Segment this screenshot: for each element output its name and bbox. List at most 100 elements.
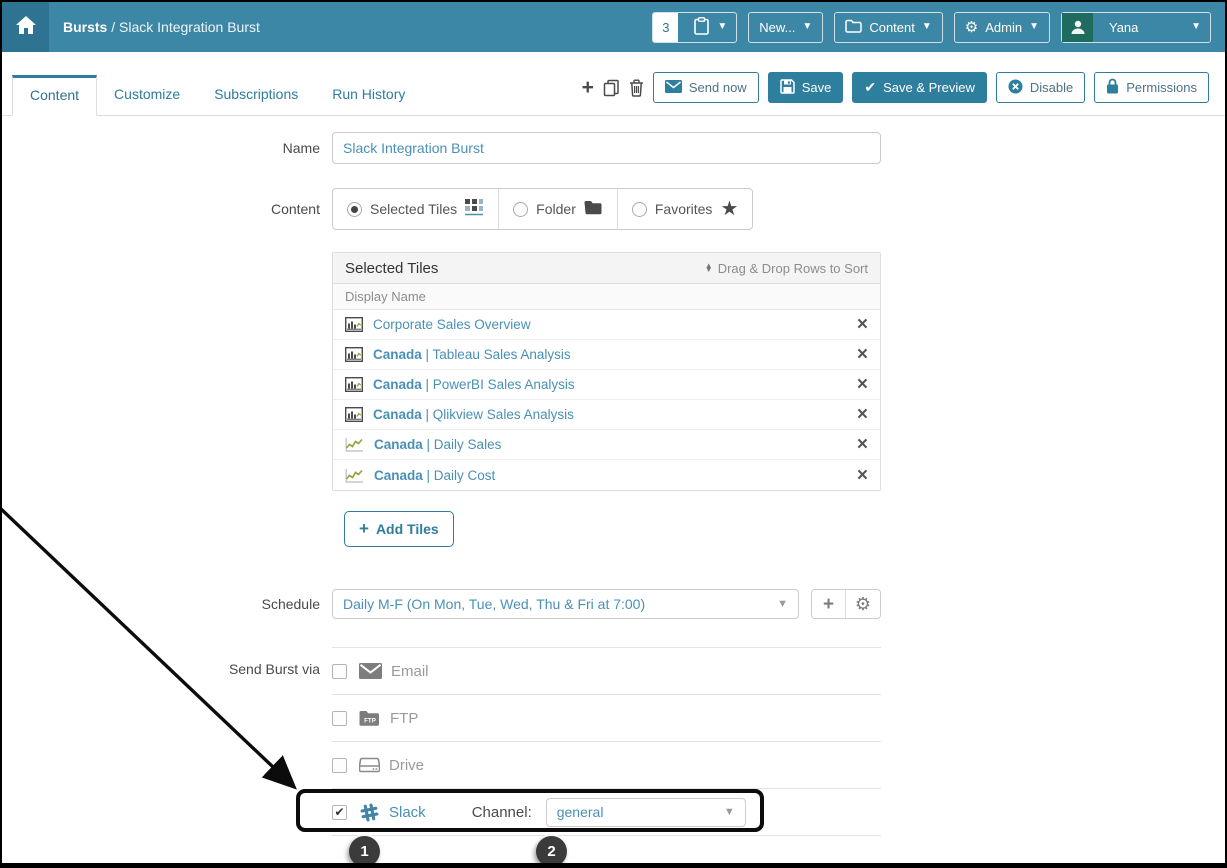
home-icon	[15, 15, 37, 40]
remove-icon[interactable]: ×	[857, 435, 868, 454]
slack-label: Slack	[389, 803, 426, 821]
new-menu-button[interactable]: New... ▼	[748, 11, 824, 43]
tab-run-history[interactable]: Run History	[315, 75, 422, 116]
send-row-drive: Drive	[332, 741, 881, 788]
remove-icon[interactable]: ×	[857, 466, 868, 485]
schedule-settings-button[interactable]: ⚙	[846, 590, 880, 618]
duplicate-icon[interactable]	[603, 79, 620, 97]
slack-checkbox[interactable]: ✔	[332, 804, 347, 820]
disable-label: Disable	[1029, 80, 1074, 95]
tiles-body: Corporate Sales Overview × Canada | Tablea…	[333, 310, 880, 490]
tab-content[interactable]: Content	[12, 75, 98, 116]
send-now-button[interactable]: Send now	[652, 72, 759, 103]
schedule-actions: + ⚙	[811, 589, 881, 619]
app-window: Bursts / Slack Integration Burst 3 ▼ New…	[0, 0, 1227, 868]
content-menu-button[interactable]: Content ▼	[834, 11, 943, 43]
tile-link[interactable]: Canada | Daily Sales	[374, 437, 501, 452]
save-preview-button[interactable]: ✔ Save & Preview	[852, 72, 987, 103]
name-input[interactable]	[332, 132, 881, 164]
tile-link[interactable]: Canada | Daily Cost	[374, 468, 495, 483]
display-name-column-header: Display Name	[333, 284, 880, 310]
radio-favorites[interactable]: Favorites ★	[618, 189, 753, 229]
admin-menu-button[interactable]: ⚙ Admin ▼	[953, 11, 1050, 43]
ftp-checkbox[interactable]	[332, 710, 347, 726]
radio-dot	[631, 201, 647, 217]
radio-selected-tiles[interactable]: Selected Tiles	[333, 189, 500, 229]
remove-icon[interactable]: ×	[857, 405, 868, 424]
channel-label: Channel:	[471, 803, 532, 821]
add-tiles-label: Add Tiles	[375, 521, 439, 537]
table-row: Canada | Daily Sales ×	[333, 430, 880, 460]
add-tiles-button[interactable]: + Add Tiles	[344, 511, 454, 547]
send-now-label: Send now	[688, 80, 747, 95]
permissions-button[interactable]: Permissions	[1094, 72, 1209, 103]
breadcrumb-current: Slack Integration Burst	[119, 19, 260, 35]
circle-x-icon	[1008, 79, 1023, 97]
radio-folder[interactable]: Folder	[499, 189, 618, 229]
email-label: Email	[391, 662, 429, 680]
chevron-down-icon: ▼	[1029, 21, 1039, 32]
tile-link[interactable]: Canada | Qlikview Sales Analysis	[373, 407, 574, 422]
radio-selected-tiles-label: Selected Tiles	[370, 201, 458, 217]
email-checkbox[interactable]	[332, 663, 347, 679]
top-header-bar: Bursts / Slack Integration Burst 3 ▼ New…	[2, 2, 1225, 52]
channel-select[interactable]: general ▼	[545, 797, 746, 827]
send-channels-list: Email FTP FTP Drive ✔ Slack Channel: gen…	[2, 507, 881, 863]
trash-icon[interactable]	[629, 79, 644, 97]
hard-drive-icon	[359, 757, 380, 773]
schedule-select[interactable]: Daily M-F (On Mon, Tue, Wed, Thu & Fri a…	[332, 589, 799, 619]
save-button[interactable]: Save	[767, 72, 844, 103]
table-row: Canada | Tableau Sales Analysis ×	[333, 340, 880, 370]
name-label: Name	[282, 140, 320, 156]
disable-button[interactable]: Disable	[995, 72, 1086, 103]
selected-tiles-panel: Selected Tiles ▲ ▼ Drag & Drop Rows to So…	[332, 252, 881, 491]
line-chart-icon	[345, 437, 364, 452]
admin-menu-label: Admin	[985, 19, 1023, 35]
table-row: Canada | PowerBI Sales Analysis ×	[333, 370, 880, 400]
breadcrumb-separator: /	[107, 19, 120, 35]
bar-chart-icon	[345, 347, 363, 362]
tile-link[interactable]: Canada | PowerBI Sales Analysis	[373, 377, 575, 392]
home-button[interactable]	[2, 2, 49, 52]
send-row-ftp: FTP FTP	[332, 694, 881, 741]
radio-dot	[513, 201, 529, 217]
content-type-radio-group: Selected Tiles Folder Favorites ★	[332, 188, 754, 230]
chevron-down-icon: ▼	[717, 21, 728, 32]
header-actions: 3 ▼ New... ▼ Content ▼ ⚙ Admin ▼ Yana ▼	[652, 11, 1211, 43]
clipboard-dropdown[interactable]: 3 ▼	[652, 11, 738, 43]
send-row-email: Email	[332, 647, 881, 694]
gear-icon: ⚙	[854, 593, 872, 614]
lock-icon	[1106, 78, 1119, 97]
envelope-icon	[664, 79, 682, 96]
sort-hint-label: Drag & Drop Rows to Sort	[717, 260, 868, 276]
send-row-slack: ✔ Slack Channel: general ▼ 1 2	[2, 507, 881, 863]
chevron-down-icon: ▼	[723, 806, 735, 818]
save-disk-icon	[779, 78, 795, 97]
tile-link[interactable]: Corporate Sales Overview	[373, 317, 531, 332]
folder-icon	[845, 19, 863, 36]
tiles-grid-icon	[465, 199, 484, 219]
schedule-label: Schedule	[261, 596, 320, 612]
breadcrumb-section[interactable]: Bursts	[63, 19, 107, 35]
user-menu-button[interactable]: Yana ▼	[1061, 11, 1211, 43]
new-menu-label: New...	[759, 19, 796, 35]
bar-chart-icon	[345, 407, 363, 422]
drive-checkbox[interactable]	[332, 757, 347, 773]
line-chart-icon	[345, 468, 364, 483]
svg-text:FTP: FTP	[364, 717, 376, 724]
bar-chart-icon	[345, 377, 363, 392]
add-schedule-button[interactable]: +	[812, 590, 846, 618]
gear-icon: ⚙	[964, 18, 979, 36]
tab-subscriptions[interactable]: Subscriptions	[197, 75, 315, 116]
save-label: Save	[801, 80, 832, 95]
callout-1-badge: 1	[349, 836, 380, 863]
remove-icon[interactable]: ×	[857, 345, 868, 364]
remove-icon[interactable]: ×	[857, 375, 868, 394]
tile-link[interactable]: Canada | Tableau Sales Analysis	[373, 347, 571, 362]
remove-icon[interactable]: ×	[857, 315, 868, 334]
chevron-down-icon: ▼	[921, 21, 932, 32]
burst-form: Name Content Selected Tiles	[2, 132, 1225, 863]
tab-customize[interactable]: Customize	[97, 75, 197, 116]
chevron-down-icon: ▼	[802, 21, 813, 32]
add-icon[interactable]: +	[582, 77, 594, 98]
